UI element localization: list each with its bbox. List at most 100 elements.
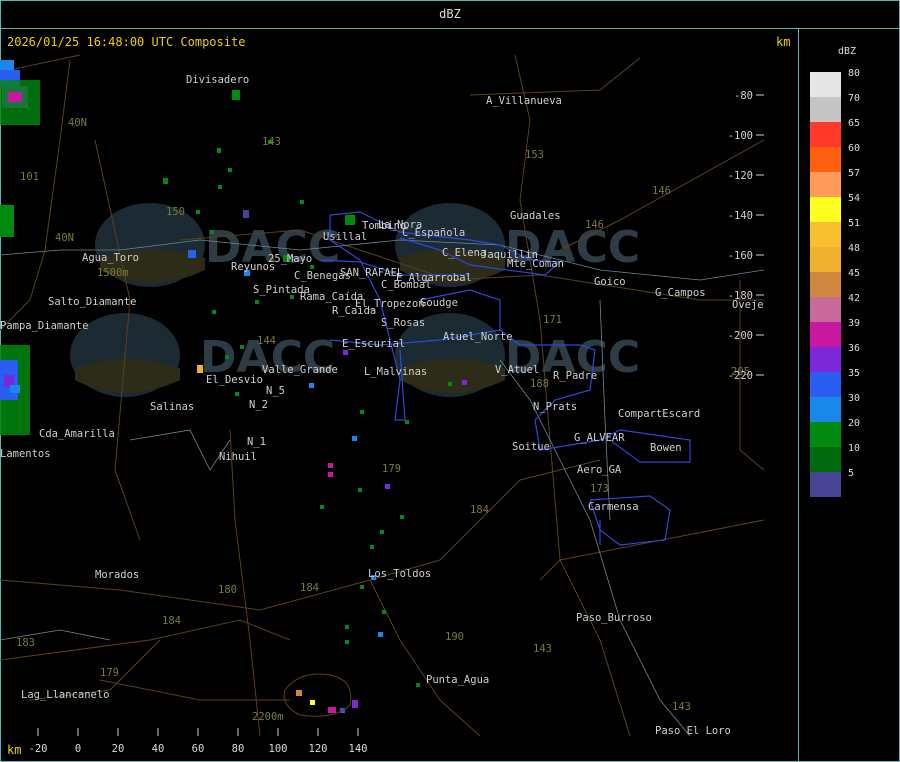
legend-label: 70 — [848, 93, 861, 104]
route-number: 183 — [16, 637, 35, 649]
legend-swatch — [810, 472, 841, 497]
place-label: Salinas — [150, 401, 194, 413]
legend-label: 80 — [848, 68, 861, 79]
place-label: Mte_Coman — [507, 258, 564, 270]
route-number: 188 — [530, 378, 549, 390]
x-tick-label: 0 — [74, 743, 82, 755]
title-bar: dBZ — [0, 0, 900, 29]
x-tick-label: 60 — [191, 743, 205, 755]
y-tick-label: -80 — [734, 90, 753, 102]
legend-label: 36 — [848, 343, 861, 354]
km-label-top: km — [776, 35, 791, 49]
timestamp: 2026/01/25 16:48:00 UTC Composite — [7, 35, 246, 49]
legend-label: 35 — [848, 368, 861, 379]
place-label: L_Malvinas — [364, 366, 427, 378]
legend-label: 5 — [848, 468, 855, 479]
place-label: G_Campos — [655, 287, 706, 299]
legend-label: 45 — [848, 268, 861, 279]
km-label-bottom: km — [7, 743, 22, 757]
route-number: 173 — [590, 483, 609, 495]
route-number: 143 — [262, 136, 281, 148]
place-label: Atuel_Norte — [443, 331, 513, 343]
radar-map[interactable]: DACC DACC DACC DACC DivisaderoA_Villanue… — [0, 52, 764, 736]
legend-swatch — [810, 147, 841, 172]
place-label: N_Prats — [533, 401, 577, 413]
route-number: 143 — [533, 643, 552, 655]
route-number: 144 — [257, 335, 276, 347]
y-tick-label: -120 — [728, 170, 753, 182]
x-tick-label: -20 — [28, 743, 48, 755]
place-label: N_1 — [247, 436, 266, 448]
place-label: El_Desvio — [206, 374, 263, 386]
route-number: 179 — [382, 463, 401, 475]
place-label: Morados — [95, 569, 139, 581]
radar-echoes — [0, 60, 467, 713]
place-label: Bowen — [650, 442, 682, 454]
place-label: Aero_GA — [577, 464, 622, 476]
legend-swatch — [810, 97, 841, 122]
place-label: A_Villanueva — [486, 95, 562, 107]
legend-label: 51 — [848, 218, 861, 229]
route-number: 184 — [300, 582, 319, 594]
place-label: La_Nora — [378, 219, 422, 231]
x-axis — [37, 728, 359, 736]
place-label: Soitue — [512, 441, 550, 453]
elevation-label: 1500m — [97, 267, 129, 279]
route-number: 184 — [470, 504, 489, 516]
place-label: S_Pintada — [253, 284, 310, 296]
place-label: Agua_Toro — [82, 252, 139, 264]
place-label: G_ALVEAR — [574, 432, 625, 444]
place-label: N_5 — [266, 385, 285, 397]
place-label: Paso_Burroso — [576, 612, 652, 624]
place-label: Divisadero — [186, 74, 249, 86]
legend-swatch — [810, 172, 841, 197]
route-number: 184 — [162, 615, 181, 627]
route-number: 153 — [525, 149, 544, 161]
route-number: 180 — [218, 584, 237, 596]
legend-label: 20 — [848, 418, 861, 429]
y-tick-label: -200 — [728, 330, 753, 342]
place-label: Usillal — [323, 231, 367, 243]
legend-label: 57 — [848, 168, 861, 179]
legend-label: 65 — [848, 118, 861, 129]
place-label: C_Elena — [442, 247, 486, 259]
x-tick-label: 20 — [111, 743, 125, 755]
legend-label: 10 — [848, 443, 861, 454]
route-number: 146 — [585, 219, 604, 231]
unit-title: dBZ — [439, 7, 461, 21]
legend-swatch — [810, 372, 841, 397]
x-tick-label: 100 — [268, 743, 288, 755]
legend-swatch — [810, 422, 841, 447]
legend-label: 60 — [848, 143, 861, 154]
legend-swatch — [810, 447, 841, 472]
legend-swatch — [810, 297, 841, 322]
place-label: Lamentos — [0, 448, 51, 460]
legend-label: 48 — [848, 243, 861, 254]
y-axis: -80 -100 -120 -140 -160 -180 -200 -220 — [728, 90, 764, 382]
place-label: Nihuil — [219, 451, 257, 463]
y-tick-label: -220 — [728, 370, 753, 382]
route-number: 190 — [445, 631, 464, 643]
route-number: 143 — [672, 701, 691, 713]
place-label: Punta_Agua — [426, 674, 489, 686]
place-label: 25_Mayo — [268, 253, 312, 265]
place-label: SAN_RAFAEL — [340, 267, 403, 279]
route-number: 146 — [652, 185, 671, 197]
place-label: CompartEscard — [618, 408, 700, 420]
x-tick-label: 80 — [231, 743, 245, 755]
y-tick-label: -160 — [728, 250, 753, 262]
place-label: C_Bombal — [381, 279, 432, 291]
place-label: Valle_Grande — [262, 364, 338, 376]
route-number: 171 — [543, 314, 562, 326]
legend-label: 54 — [848, 193, 861, 204]
legend-label: 30 — [848, 393, 861, 404]
place-label: N_2 — [249, 399, 268, 411]
legend-label: 39 — [848, 318, 861, 329]
place-label: S_Rosas — [381, 317, 425, 329]
y-tick-label: -180 — [728, 290, 753, 302]
x-tick-label: 140 — [348, 743, 368, 755]
route-number: 40N — [55, 232, 74, 244]
legend-label: 42 — [848, 293, 861, 304]
place-label: R_Caida — [332, 305, 376, 317]
elevation-label: 2200m — [252, 711, 284, 723]
